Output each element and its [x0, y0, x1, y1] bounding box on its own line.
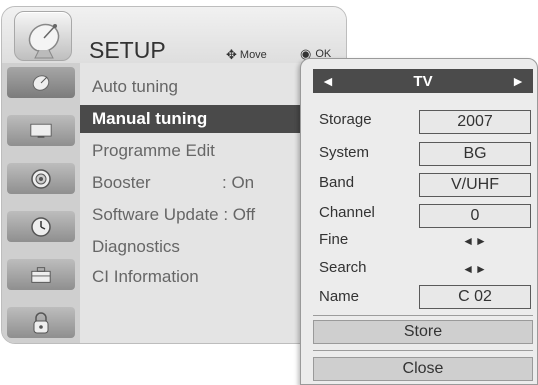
source-label: TV — [413, 72, 433, 90]
divider — [313, 350, 533, 351]
search-label: Search — [319, 259, 367, 276]
toolbox-icon — [30, 264, 52, 286]
menu-item-label: Programme Edit — [92, 141, 215, 160]
speaker-icon — [30, 168, 52, 190]
manual-tuning-dialog: ◄ TV ► Storage 2007 System BG Band V/UHF… — [300, 58, 538, 385]
category-tabs — [2, 63, 80, 343]
tab-channel-setup[interactable] — [7, 67, 75, 98]
store-button[interactable]: Store — [313, 320, 533, 344]
close-button[interactable]: Close — [313, 357, 533, 381]
tab-lock[interactable] — [7, 307, 75, 338]
channel-field[interactable]: 0 — [419, 204, 531, 228]
setup-menu-panel: SETUP ✥ Move ◉ OK Auto tuning Manual tun… — [1, 6, 347, 344]
menu-item-label: CI Information — [92, 267, 199, 286]
band-label: Band — [319, 174, 355, 191]
menu-item-label: Software Update : Off — [92, 205, 256, 224]
help-move-hint: ✥ Move — [226, 47, 267, 63]
menu-item-label: Booster — [92, 173, 151, 192]
tab-time[interactable] — [7, 211, 75, 242]
left-arrow-icon[interactable]: ◄ — [321, 73, 335, 89]
right-arrow-icon[interactable]: ► — [511, 73, 525, 89]
page-title: SETUP — [89, 37, 166, 63]
storage-field[interactable]: 2007 — [419, 110, 531, 134]
setup-header: SETUP ✥ Move ◉ OK — [2, 7, 346, 63]
menu-item-label: Manual tuning — [92, 109, 208, 128]
tab-option[interactable] — [7, 259, 75, 290]
lock-icon — [30, 311, 52, 334]
system-field[interactable]: BG — [419, 142, 531, 166]
help-move-label: Move — [239, 49, 267, 61]
name-label: Name — [319, 288, 360, 305]
source-selector[interactable]: ◄ TV ► — [313, 69, 533, 93]
satellite-dish-icon — [30, 72, 52, 94]
channel-label: Channel — [319, 204, 375, 221]
satellite-dish-icon — [14, 11, 72, 61]
menu-item-label: Auto tuning — [92, 77, 179, 96]
tab-picture[interactable] — [7, 115, 75, 146]
system-label: System — [319, 144, 370, 161]
move-arrows-icon: ✥ — [226, 47, 237, 62]
storage-label: Storage — [319, 111, 372, 128]
band-field[interactable]: V/UHF — [419, 173, 531, 197]
search-arrows[interactable]: ◄► — [419, 262, 531, 276]
divider — [313, 315, 533, 316]
name-field[interactable]: C 02 — [419, 285, 531, 309]
monitor-icon — [30, 120, 52, 142]
fine-adjust-arrows[interactable]: ◄► — [419, 234, 531, 248]
clock-icon — [30, 216, 52, 238]
menu-item-label: Diagnostics — [92, 237, 180, 256]
fine-label: Fine — [319, 231, 349, 248]
tab-audio[interactable] — [7, 163, 75, 194]
menu-item-value: : On — [222, 173, 255, 192]
